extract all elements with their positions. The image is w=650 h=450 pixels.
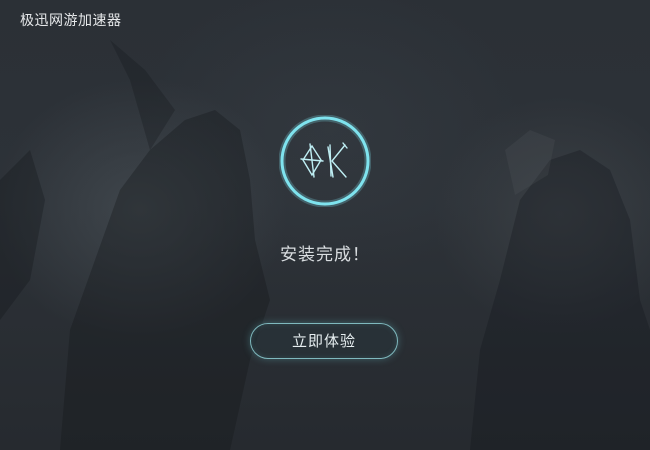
- ok-check-icon: [279, 115, 371, 207]
- background-artwork: [0, 40, 650, 450]
- install-complete-message: 安装完成！: [280, 245, 370, 265]
- installer-window: 极迅网游加速器 安装完成！ 立即体验: [0, 0, 650, 450]
- app-title: 极迅网游加速器: [20, 13, 122, 29]
- try-now-button[interactable]: 立即体验: [250, 323, 398, 359]
